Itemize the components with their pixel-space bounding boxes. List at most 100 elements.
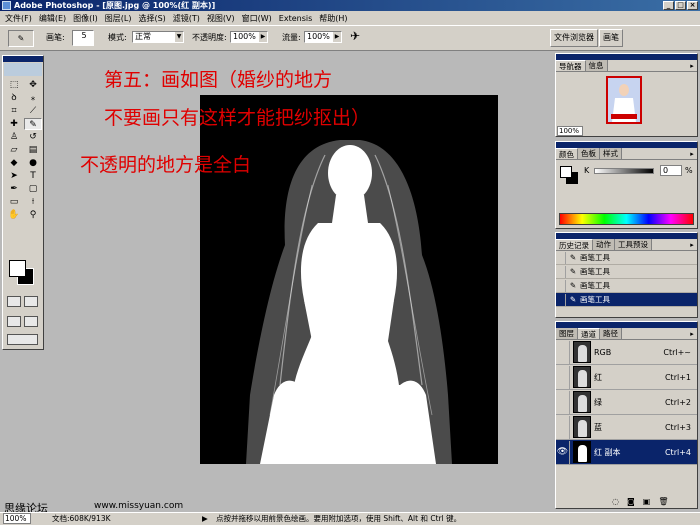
history-brush-tool-icon[interactable]: ↺	[24, 131, 42, 143]
navigator-thumbnail[interactable]	[606, 76, 642, 124]
type-tool-icon[interactable]: T	[24, 170, 42, 182]
flow-label: 流量:	[282, 33, 301, 42]
jump-to-imageready-icon[interactable]	[7, 334, 38, 345]
crop-tool-icon[interactable]: ⌗	[5, 105, 23, 117]
trash-icon[interactable]: 🗑	[658, 497, 668, 506]
tab-color[interactable]: 颜色	[556, 148, 578, 159]
panel-menu-icon[interactable]: ▸	[687, 60, 697, 71]
tab-history[interactable]: 历史记录	[556, 239, 593, 250]
channel-thumbnail	[573, 341, 591, 363]
lasso-tool-icon[interactable]: ꝺ	[5, 92, 23, 104]
menu-file[interactable]: 文件(F)	[4, 13, 33, 24]
status-zoom-field[interactable]: 100%	[3, 513, 31, 524]
color-k-slider[interactable]	[594, 168, 654, 174]
history-item[interactable]: ✎ 画笔工具	[556, 251, 697, 265]
gradient-tool-icon[interactable]: ▤	[24, 144, 42, 156]
eyedropper-tool-icon[interactable]: ⟊	[24, 196, 42, 208]
dodge-tool-icon[interactable]: ●	[24, 157, 42, 169]
clone-stamp-tool-icon[interactable]: ♙	[5, 131, 23, 143]
panel-menu-icon[interactable]: ▸	[687, 148, 697, 159]
palette-well-file-browser[interactable]: 文件浏览器	[550, 29, 598, 47]
eraser-tool-icon[interactable]: ▱	[5, 144, 23, 156]
tab-channels[interactable]: 通道	[578, 328, 600, 339]
standard-mode-icon[interactable]	[7, 296, 21, 307]
channel-row-green[interactable]: 绿 Ctrl+2	[556, 390, 697, 415]
eye-icon[interactable]: 👁	[556, 440, 570, 464]
notes-tool-icon[interactable]: ▭	[5, 196, 23, 208]
save-selection-icon[interactable]: ◙	[627, 497, 635, 506]
tab-styles[interactable]: 样式	[600, 148, 622, 159]
blur-tool-icon[interactable]: ◆	[5, 157, 23, 169]
screen-mode-full-icon[interactable]	[24, 316, 38, 327]
move-tool-icon[interactable]: ✥	[24, 79, 42, 91]
channel-row-red[interactable]: 红 Ctrl+1	[556, 365, 697, 390]
tab-navigator[interactable]: 导航器	[556, 60, 586, 71]
visibility-toggle[interactable]	[556, 365, 570, 389]
airbrush-icon[interactable]: ✈	[350, 29, 360, 43]
visibility-toggle[interactable]	[556, 340, 570, 364]
new-channel-icon[interactable]: ▣	[643, 497, 651, 506]
minimize-button[interactable]: _	[663, 1, 674, 10]
menu-select[interactable]: 选择(S)	[137, 13, 166, 24]
color-spectrum-bar[interactable]	[559, 213, 694, 225]
adobe-logo-icon[interactable]	[4, 63, 42, 76]
channel-name: 蓝	[594, 422, 602, 432]
tab-layers[interactable]: 图层	[556, 328, 578, 339]
menu-layer[interactable]: 图层(L)	[104, 13, 133, 24]
menu-edit[interactable]: 编辑(E)	[38, 13, 67, 24]
menu-window[interactable]: 窗口(W)	[241, 13, 273, 24]
maximize-button[interactable]: □	[675, 1, 686, 10]
menu-extensis[interactable]: Extensis	[278, 14, 313, 23]
pen-tool-icon[interactable]: ✒	[5, 183, 23, 195]
color-fg-swatch[interactable]	[560, 166, 572, 178]
triangle-right-icon[interactable]: ▶	[202, 513, 208, 525]
menu-image[interactable]: 图像(I)	[72, 13, 99, 24]
close-button[interactable]: ×	[687, 1, 698, 10]
quick-mask-mode-icon[interactable]	[24, 296, 38, 307]
history-snapshot-checkbox[interactable]	[556, 279, 566, 292]
channel-row-blue[interactable]: 蓝 Ctrl+3	[556, 415, 697, 440]
tab-info[interactable]: 信息	[585, 60, 608, 71]
tool-preset-picker[interactable]: ✎	[8, 30, 34, 47]
visibility-toggle[interactable]	[556, 415, 570, 439]
channel-row-red-copy[interactable]: 👁 红 副本 Ctrl+4	[556, 440, 697, 465]
channel-row-rgb[interactable]: RGB Ctrl+~	[556, 340, 697, 365]
panel-menu-icon[interactable]: ▸	[687, 328, 697, 339]
visibility-toggle[interactable]	[556, 390, 570, 414]
history-item[interactable]: ✎ 画笔工具	[556, 279, 697, 293]
color-k-input[interactable]: 0	[660, 165, 682, 176]
tab-paths[interactable]: 路径	[600, 328, 622, 339]
history-item[interactable]: ✎ 画笔工具	[556, 265, 697, 279]
path-selection-tool-icon[interactable]: ➤	[5, 170, 23, 182]
slice-tool-icon[interactable]: ⟋	[24, 105, 42, 117]
menu-view[interactable]: 视图(V)	[206, 13, 236, 24]
history-snapshot-checkbox[interactable]	[556, 265, 566, 278]
flow-input[interactable]: 100% ▶	[304, 31, 342, 43]
history-snapshot-checkbox[interactable]	[556, 251, 566, 264]
shape-tool-icon[interactable]: ▢	[24, 183, 42, 195]
opacity-input[interactable]: 100% ▶	[230, 31, 268, 43]
menu-help[interactable]: 帮助(H)	[318, 13, 348, 24]
healing-brush-tool-icon[interactable]: ✚	[5, 118, 23, 130]
load-selection-icon[interactable]: ◌	[612, 497, 619, 506]
marquee-tool-icon[interactable]: ⬚	[5, 79, 23, 91]
zoom-tool-icon[interactable]: ⚲	[24, 209, 42, 221]
history-snapshot-checkbox[interactable]	[556, 293, 566, 306]
tab-tool-presets[interactable]: 工具预设	[615, 239, 652, 250]
tab-swatches[interactable]: 色板	[578, 148, 600, 159]
mode-select[interactable]: 正常 ▼	[132, 31, 184, 43]
history-item-selected[interactable]: ✎ 画笔工具	[556, 293, 697, 307]
color-k-value: 0	[663, 166, 669, 175]
tab-actions[interactable]: 动作	[593, 239, 615, 250]
brush-tool-icon[interactable]: ✎	[24, 118, 42, 130]
menu-filter[interactable]: 滤镜(T)	[172, 13, 201, 24]
palette-well-brushes[interactable]: 画笔	[599, 29, 623, 47]
foreground-color-swatch[interactable]	[9, 260, 26, 277]
panel-menu-icon[interactable]: ▸	[687, 239, 697, 250]
magic-wand-tool-icon[interactable]: ⁎	[24, 92, 42, 104]
navigator-zoom-field[interactable]: 100%	[557, 126, 583, 136]
channel-shortcut: Ctrl+4	[664, 447, 691, 457]
brush-size-picker[interactable]: 5	[72, 30, 94, 46]
screen-mode-standard-icon[interactable]	[7, 316, 21, 327]
hand-tool-icon[interactable]: ✋	[5, 209, 23, 221]
